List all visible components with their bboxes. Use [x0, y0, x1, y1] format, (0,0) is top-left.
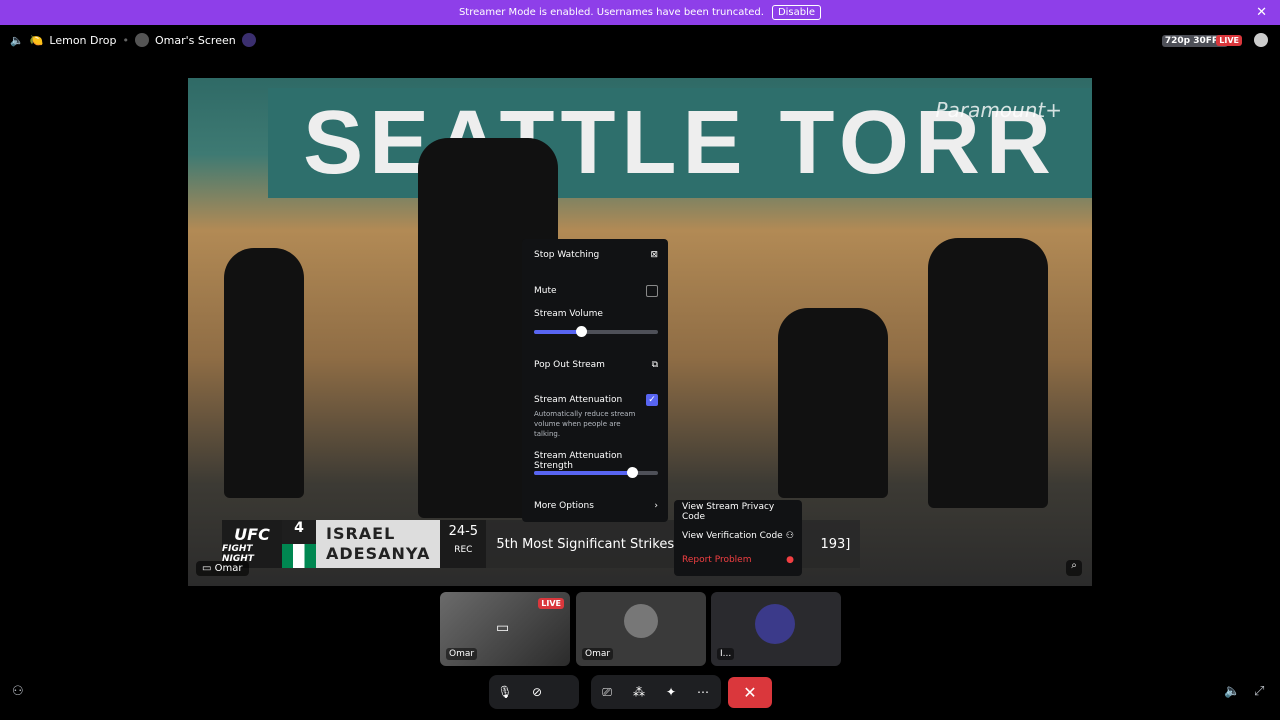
stream-volume-label: Stream Volume [534, 309, 603, 319]
pop-out-item[interactable]: Pop Out Stream ⧉ [534, 360, 658, 370]
participant-avatar [624, 604, 658, 638]
participant-avatar [755, 604, 795, 644]
attenuation-checkbox[interactable]: ✓ [646, 394, 658, 406]
add-user-icon[interactable]: ⚇ [12, 684, 24, 699]
lemon-icon: 🍋 [29, 33, 44, 47]
participant-tile[interactable]: Omar [576, 592, 706, 666]
slider-knob[interactable] [576, 326, 588, 337]
close-icon[interactable]: ✕ [1256, 5, 1267, 20]
activity-group: ⎚ ⁂ ✦ ⋯ [591, 675, 721, 709]
soundboard-icon[interactable]: ✦ [655, 685, 687, 699]
fighter-record: 24-5 REC [440, 520, 487, 568]
screen-icon: ▭ [202, 563, 212, 574]
activities-icon[interactable]: ⁂ [623, 685, 655, 699]
person-figure [224, 248, 304, 498]
fullscreen-icon[interactable]: ⤢ [1254, 684, 1264, 699]
live-badge: LIVE [1216, 35, 1242, 46]
chevron-right-icon: › [654, 501, 658, 511]
fighter-name: ISRAEL ADESANYA [316, 520, 441, 568]
screen-share-icon: ▭ [496, 620, 510, 636]
privacy-code-item[interactable]: View Stream Privacy Code [682, 502, 794, 522]
verification-code-item[interactable]: View Verification Code ⚇ [682, 526, 794, 546]
chat-icon[interactable] [1254, 33, 1268, 47]
person-figure [928, 238, 1048, 508]
mic-icon[interactable]: 🎙 [489, 685, 521, 699]
participant-tile[interactable]: LIVE ▭ Omar [440, 592, 570, 666]
streamer-avatar [135, 33, 149, 47]
mute-checkbox[interactable] [646, 285, 658, 297]
mute-item[interactable]: Mute [534, 285, 658, 297]
stream-owner-tag: ▭ Omar [196, 561, 249, 576]
zoom-icon[interactable]: ⌕ [1066, 560, 1082, 576]
nigeria-flag [282, 544, 316, 568]
stream-header: 🔈 🍋 Lemon Drop • Omar's Screen 720p 30FP… [0, 25, 1280, 55]
disable-button[interactable]: Disable [771, 5, 822, 20]
screen-share-icon[interactable]: ⎚ [591, 685, 623, 700]
volume-icon[interactable]: 🔈 [1224, 684, 1240, 699]
stream-volume-slider[interactable] [534, 326, 658, 337]
more-options-submenu: View Stream Privacy Code View Verificati… [674, 500, 802, 576]
more-icon[interactable]: ⋯ [687, 685, 719, 699]
call-controls: ⚇ 🎙 ⊘ ⎚ ⁂ ✦ ⋯ ✕ 🔈 ⤢ [0, 675, 1280, 710]
participant-tile[interactable]: I... [711, 592, 841, 666]
separator-dot: • [122, 33, 130, 47]
stop-icon: ⊠ [650, 250, 658, 260]
user-avatar [241, 33, 256, 47]
attenuation-strength-label: Stream Attenuation Strength [534, 451, 623, 471]
streamer-mode-banner: Streamer Mode is enabled. Usernames have… [0, 0, 1280, 25]
fighter-rank: 4 [282, 520, 316, 568]
report-problem-item[interactable]: Report Problem ● [682, 550, 794, 570]
person-figure [778, 308, 888, 498]
person-icon: ⚇ [785, 531, 794, 541]
attenuation-item[interactable]: Stream Attenuation ✓ [534, 394, 658, 406]
slider-knob[interactable] [626, 467, 638, 478]
screen-title: Omar's Screen [155, 33, 236, 47]
camera-off-icon[interactable]: ⊘ [521, 685, 553, 699]
attenuation-strength-slider[interactable] [534, 467, 658, 478]
broadcaster-watermark: Paramount+ [935, 98, 1062, 122]
more-options-item[interactable]: More Options › [534, 501, 658, 511]
speaker-icon[interactable]: 🔈 [10, 34, 24, 47]
mic-camera-group: 🎙 ⊘ [489, 675, 579, 709]
alert-icon: ● [786, 555, 794, 565]
banner-text: Streamer Mode is enabled. Usernames have… [458, 7, 764, 18]
external-link-icon: ⧉ [651, 360, 658, 370]
stop-watching-item[interactable]: Stop Watching ⊠ [534, 250, 658, 260]
disconnect-button[interactable]: ✕ [728, 677, 772, 708]
attenuation-description: Automatically reduce stream volume when … [534, 410, 636, 438]
channel-name[interactable]: Lemon Drop [49, 34, 116, 47]
stream-context-menu: Stop Watching ⊠ Mute Stream Volume Pop O… [522, 239, 668, 522]
